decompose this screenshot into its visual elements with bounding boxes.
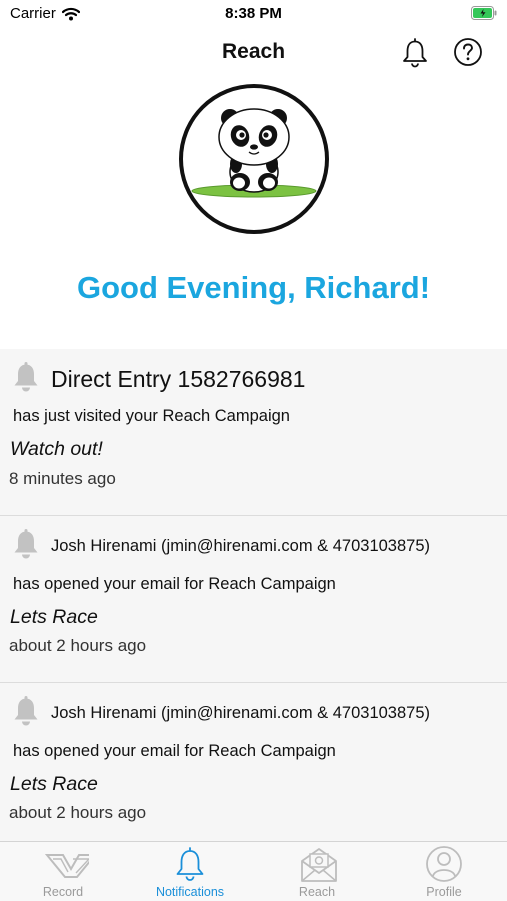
person-icon (426, 846, 462, 882)
tab-label: Profile (426, 885, 462, 899)
tab-record[interactable]: Record (0, 842, 126, 901)
notification-title: Direct Entry 1582766981 (51, 366, 306, 392)
status-time: 8:38 PM (225, 5, 282, 22)
battery-icon (471, 6, 497, 20)
mail-icon (301, 848, 337, 882)
notification-title: Josh Hirenami (jmin@hirenami.com & 47031… (51, 704, 431, 722)
notification-note: Lets Race (10, 773, 98, 795)
tab-profile[interactable]: Profile (381, 842, 507, 901)
greeting-text: Good Evening, Richard! (76, 270, 431, 305)
notifications-list[interactable]: Direct Entry 1582766981 has just visited… (0, 349, 507, 841)
panda-avatar[interactable] (178, 83, 330, 235)
notification-card[interactable]: Josh Hirenami (jmin@hirenami.com & 47031… (0, 516, 507, 683)
tab-label: Record (42, 885, 84, 899)
notification-card[interactable]: Direct Entry 1582766981 has just visited… (0, 349, 507, 516)
bell-icon (14, 696, 38, 726)
question-circle-icon[interactable] (453, 37, 483, 67)
bell-icon (14, 529, 38, 559)
notification-card[interactable]: Josh Hirenami (jmin@hirenami.com & 47031… (0, 683, 507, 841)
bell-icon (14, 362, 38, 392)
tab-reach[interactable]: Reach (254, 842, 380, 901)
page-title: Reach (221, 40, 286, 63)
notification-time: 8 minutes ago (9, 469, 116, 488)
notification-title: Josh Hirenami (jmin@hirenami.com & 47031… (51, 537, 431, 555)
notification-note: Lets Race (10, 606, 98, 628)
tab-label: Reach (298, 885, 336, 899)
notification-action: has just visited your Reach Campaign (13, 407, 290, 425)
nav-bar: Reach (0, 30, 507, 76)
notification-action: has opened your email for Reach Campaign (13, 575, 336, 593)
notification-time: about 2 hours ago (9, 636, 147, 655)
tab-notifications[interactable]: Notifications (127, 842, 253, 901)
bell-icon[interactable] (400, 36, 430, 68)
record-logo-icon (44, 854, 89, 878)
notification-note: Watch out! (10, 438, 103, 460)
status-bar: Carrier 8:38 PM (0, 0, 507, 30)
notification-time: about 2 hours ago (9, 803, 147, 822)
bell-icon (176, 847, 204, 881)
notification-action: has opened your email for Reach Campaign (13, 742, 336, 760)
tab-label: Notifications (155, 885, 225, 899)
tab-bar: Record Notifications Reach Profile (0, 841, 507, 901)
